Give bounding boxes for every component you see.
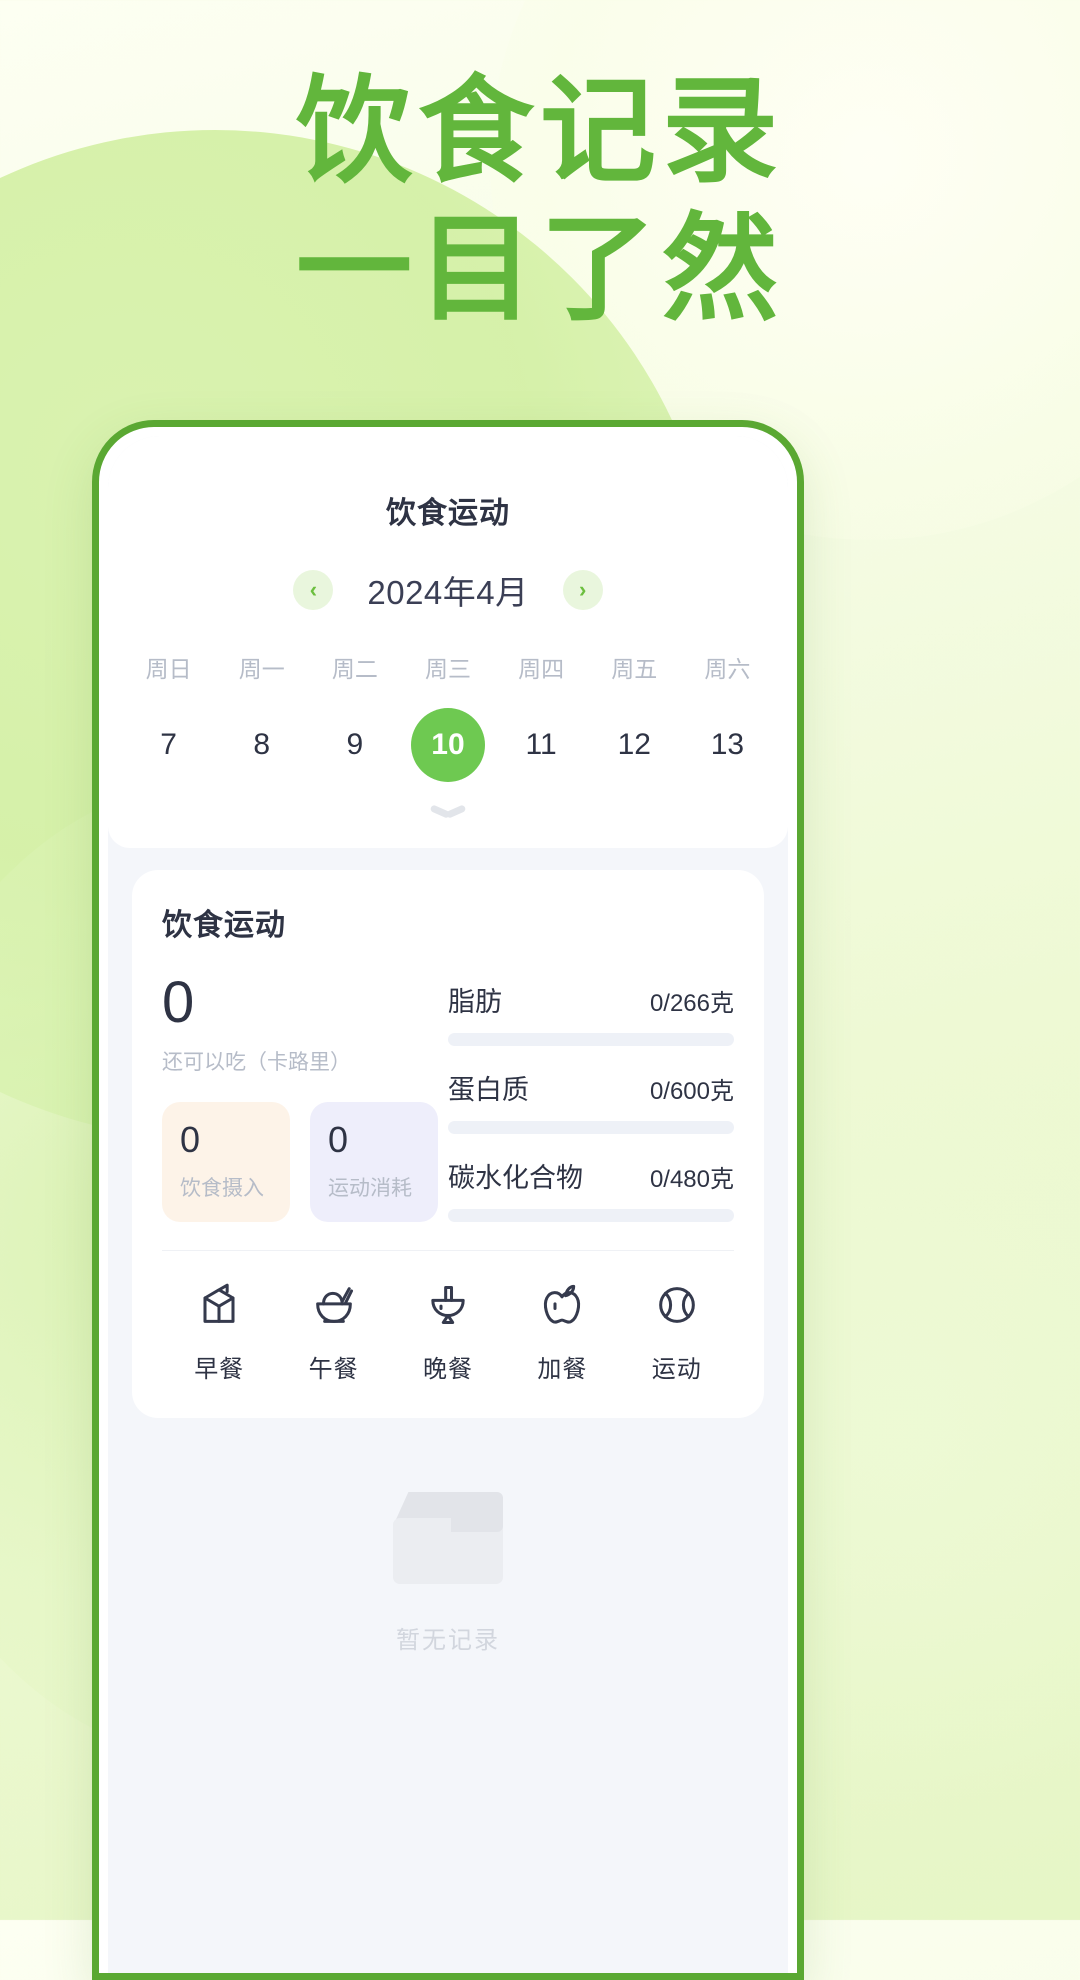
- calendar-expand-button[interactable]: [108, 786, 788, 834]
- empty-state: 暂无记录: [132, 1418, 764, 1655]
- chevron-down-icon: [431, 802, 465, 819]
- nutrient-head: 碳水化合物 0/480克: [448, 1156, 734, 1195]
- calorie-stats: 0 还可以吃（卡路里） 0 饮食摄入 0 运动消耗: [162, 974, 448, 1244]
- meal-label: 晚餐: [422, 1356, 473, 1383]
- intake-value: 0: [180, 1119, 201, 1160]
- day-number: 12: [617, 728, 651, 761]
- weekday-label: 周一: [238, 656, 285, 682]
- nutrient-stats: 脂肪 0/266克 蛋白质 0/600克 碳水化合物 0/480克: [448, 974, 734, 1244]
- burn-stat-box[interactable]: 0 运动消耗: [310, 1102, 438, 1222]
- calendar-sheet: 饮食运动 ‹ 2024年4月 › 周日 周一 周二 周三 周四 周五 周六 7 …: [108, 436, 788, 848]
- day-cell[interactable]: 9: [308, 708, 401, 782]
- nutrient-value: 0/266克: [649, 990, 734, 1017]
- day-cell[interactable]: 11: [495, 708, 588, 782]
- day-cell-selected[interactable]: 10: [401, 708, 494, 782]
- poster-headline: 饮食记录 一目了然: [0, 66, 1080, 334]
- month-label: 2024年4月: [367, 574, 529, 611]
- nutrient-progress-bar: [448, 1209, 734, 1222]
- meal-shortcut-lunch[interactable]: 午餐: [276, 1277, 390, 1384]
- main-content: 饮食运动 0 还可以吃（卡路里） 0 饮食摄入 0 运动消耗 脂肪 0/266克…: [108, 848, 788, 1655]
- nutrient-value: 0/480克: [649, 1166, 734, 1193]
- weekday-label: 周三: [424, 656, 471, 682]
- ball-icon: [649, 1277, 705, 1333]
- nutrient-value: 0/600克: [649, 1078, 734, 1105]
- summary-card: 饮食运动 0 还可以吃（卡路里） 0 饮食摄入 0 运动消耗 脂肪 0/266克…: [132, 870, 764, 1418]
- day-number: 7: [160, 728, 177, 761]
- meal-shortcut-exercise[interactable]: 运动: [620, 1277, 734, 1384]
- nutrient-name: 碳水化合物: [448, 1163, 583, 1193]
- rice-bowl-icon: [306, 1277, 362, 1333]
- empty-box-notch: [451, 1518, 503, 1532]
- empty-state-text: 暂无记录: [396, 1627, 500, 1654]
- nutrient-progress-bar: [448, 1033, 734, 1046]
- meal-label: 早餐: [194, 1356, 245, 1383]
- day-cell[interactable]: 13: [681, 708, 774, 782]
- day-number: 11: [525, 728, 557, 761]
- remaining-calories-label: 还可以吃（卡路里）: [162, 1051, 351, 1074]
- remaining-calories-value: 0: [162, 970, 195, 1035]
- chevron-left-icon[interactable]: ‹: [293, 570, 334, 610]
- weekday-label: 周二: [331, 656, 378, 682]
- phone-mockup: 饮食运动 ‹ 2024年4月 › 周日 周一 周二 周三 周四 周五 周六 7 …: [92, 420, 804, 1980]
- nutrient-head: 脂肪 0/266克: [448, 980, 734, 1019]
- summary-stats: 0 还可以吃（卡路里） 0 饮食摄入 0 运动消耗 脂肪 0/266克 蛋白质 …: [162, 974, 734, 1244]
- burn-value: 0: [328, 1119, 349, 1160]
- meal-shortcut-breakfast[interactable]: 早餐: [162, 1277, 276, 1384]
- meal-label: 加餐: [537, 1356, 588, 1383]
- chevron-right-icon[interactable]: ›: [562, 570, 603, 610]
- day-cell[interactable]: 8: [215, 708, 308, 782]
- day-cell[interactable]: 12: [588, 708, 681, 782]
- page-title: 饮食运动: [386, 497, 510, 530]
- intake-stat-box[interactable]: 0 饮食摄入: [162, 1102, 290, 1222]
- nutrient-name: 蛋白质: [448, 1075, 529, 1105]
- day-cell[interactable]: 7: [122, 708, 215, 782]
- summary-card-title: 饮食运动: [162, 909, 286, 942]
- empty-box-icon: [393, 1492, 503, 1584]
- nutrient-row-protein: 蛋白质 0/600克: [448, 1068, 734, 1134]
- nutrient-row-carbs: 碳水化合物 0/480克: [448, 1156, 734, 1222]
- weekday-label: 周五: [611, 656, 658, 682]
- mini-stat-row: 0 饮食摄入 0 运动消耗: [162, 1102, 438, 1222]
- burn-label: 运动消耗: [328, 1177, 412, 1200]
- headline-line-1: 饮食记录: [296, 66, 784, 196]
- nutrient-head: 蛋白质 0/600克: [448, 1068, 734, 1107]
- day-number: 8: [253, 728, 271, 761]
- milk-carton-icon: [191, 1277, 247, 1333]
- weekday-label: 周日: [145, 656, 192, 682]
- intake-label: 饮食摄入: [180, 1177, 264, 1200]
- weekday-header: 周日 周一 周二 周三 周四 周五 周六: [108, 650, 788, 684]
- headline-line-2: 一目了然: [296, 203, 784, 334]
- nutrient-row-fat: 脂肪 0/266克: [448, 980, 734, 1046]
- day-strip: 7 8 9 10 11 12 13: [108, 708, 788, 782]
- nutrient-progress-bar: [448, 1121, 734, 1134]
- day-number: 13: [710, 728, 745, 761]
- day-number: 9: [346, 728, 364, 761]
- meal-shortcut-row: 早餐 午餐 晚餐 加餐 运动: [162, 1251, 734, 1408]
- meal-shortcut-snack[interactable]: 加餐: [505, 1277, 619, 1384]
- day-number-selected: 10: [410, 708, 485, 782]
- weekday-label: 周四: [518, 656, 565, 682]
- meal-shortcut-dinner[interactable]: 晚餐: [391, 1277, 505, 1384]
- weekday-label: 周六: [704, 656, 751, 682]
- apple-icon: [534, 1277, 590, 1333]
- meal-label: 运动: [651, 1356, 702, 1383]
- month-navigator: ‹ 2024年4月 ›: [108, 566, 788, 614]
- nutrient-name: 脂肪: [448, 987, 502, 1017]
- meal-label: 午餐: [308, 1356, 359, 1383]
- phone-screen: 饮食运动 ‹ 2024年4月 › 周日 周一 周二 周三 周四 周五 周六 7 …: [108, 436, 788, 1973]
- goblet-bowl-icon: [420, 1277, 476, 1333]
